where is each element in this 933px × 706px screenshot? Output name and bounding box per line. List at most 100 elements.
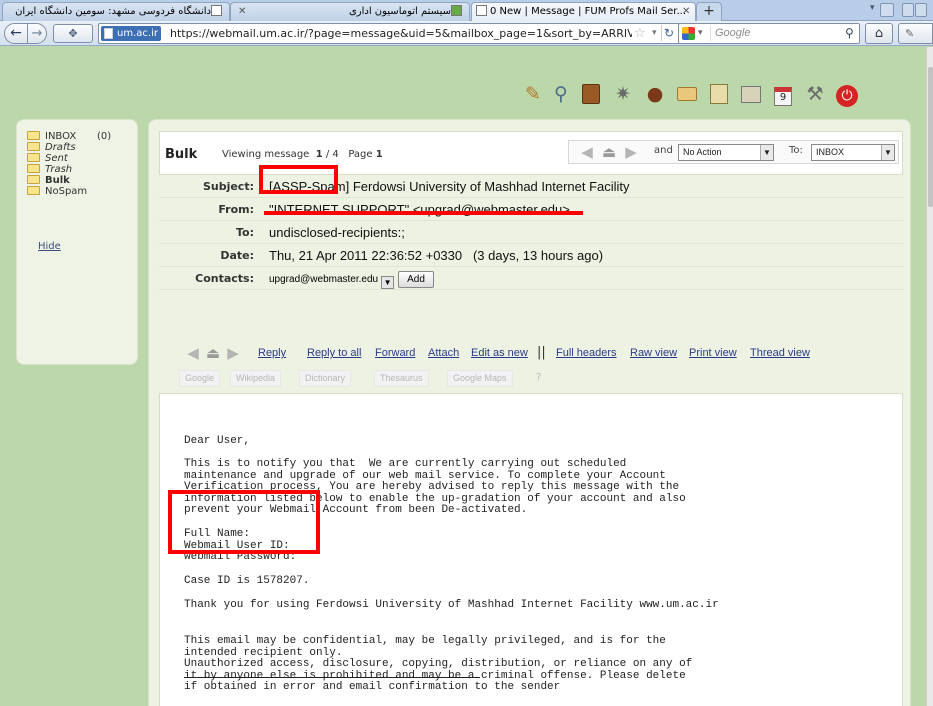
contact-email[interactable]: upgrad@webmaster.edu — [269, 274, 378, 285]
folder-nospam[interactable]: NoSpam — [27, 186, 137, 197]
page-scrollbar[interactable] — [926, 47, 933, 706]
thread-view-link[interactable]: Thread view — [750, 347, 810, 359]
search-bar[interactable]: ▾ Google ⚲ — [678, 23, 860, 44]
webmail-page: ✎ ⚲ ✷ ● 9 ⚒ ⏻ INBOX (0) Drafts Sent Trash… — [0, 47, 926, 706]
back-arrow-icon: ← — [10, 25, 22, 41]
tab-groups-button[interactable] — [880, 3, 894, 17]
back-button[interactable]: ← — [4, 23, 28, 44]
from-value[interactable]: "INTERNET SUPPORT" <upgrad@webmaster.edu… — [269, 200, 570, 220]
folder-label: NoSpam — [45, 186, 88, 197]
folder-icon — [27, 175, 40, 184]
url-bar[interactable]: um.ac.ir https://webmail.um.ac.ir/?page=… — [98, 23, 741, 44]
compose-pencil-icon[interactable]: ✎ — [520, 81, 546, 107]
folder-inbox[interactable]: INBOX (0) — [27, 131, 137, 142]
next-message-icon[interactable]: ▶ — [621, 143, 641, 161]
folder-trash[interactable]: Trash — [27, 164, 137, 175]
folder-label: Drafts — [45, 142, 76, 153]
new-tab-button[interactable]: + — [696, 2, 722, 21]
viewing-prefix: Viewing message — [222, 149, 310, 160]
reload-icon[interactable]: ↻ — [661, 25, 676, 41]
folders-icon[interactable] — [674, 81, 700, 107]
tab-webmail-message[interactable]: 0 New | Message | FUM Profs Mail Ser... … — [471, 2, 696, 21]
move-to-select[interactable]: INBOX ▼ — [811, 144, 895, 161]
tab-ferdowsi-university[interactable]: دانشگاه فردوسی مشهد: سومین دانشگاه ایران — [2, 2, 230, 21]
forward-button[interactable]: → — [27, 23, 47, 44]
previous-message-icon[interactable]: ◀ — [183, 344, 203, 362]
home-button[interactable]: ⌂ — [865, 23, 893, 44]
url-text[interactable]: https://webmail.um.ac.ir/?page=message&u… — [170, 24, 632, 43]
calendar-icon[interactable]: 9 — [770, 81, 796, 107]
folder-icon — [27, 164, 40, 173]
header-row-to: To: undisclosed-recipients:; — [159, 223, 903, 244]
help-icon[interactable]: ? — [536, 372, 541, 383]
reply-all-link[interactable]: Reply to all — [307, 347, 361, 359]
edit-as-new-link[interactable]: Edit as new — [471, 347, 528, 359]
search-engine-selector[interactable]: ▾ — [681, 26, 711, 41]
contacts-label: Contacts: — [195, 272, 254, 285]
close-tab-icon[interactable]: ✕ — [682, 3, 690, 20]
chevron-down-icon[interactable]: ▼ — [381, 276, 395, 289]
filter-book-icon[interactable] — [706, 81, 732, 107]
dictionary-lookup-button[interactable]: Dictionary — [299, 370, 352, 387]
wikipedia-lookup-button[interactable]: Wikipedia — [230, 370, 282, 387]
scrollbar-thumb[interactable] — [928, 67, 933, 207]
google-maps-lookup-button[interactable]: Google Maps — [447, 370, 513, 387]
site-identity-badge[interactable]: um.ac.ir — [101, 26, 161, 41]
raw-view-link[interactable]: Raw view — [630, 347, 677, 359]
google-lookup-button[interactable]: Google — [179, 370, 221, 387]
folder-icon — [27, 131, 40, 140]
notes-book-icon[interactable] — [578, 81, 604, 107]
settings-gear-icon[interactable]: ✷ — [610, 81, 636, 107]
thesaurus-lookup-button[interactable]: Thesaurus — [374, 370, 429, 387]
home-icon: ⌂ — [874, 26, 884, 41]
add-contact-button[interactable]: Add — [398, 271, 434, 288]
search-placeholder: Google — [715, 27, 751, 39]
close-tab-icon[interactable]: ✕ — [238, 3, 246, 20]
folder-unread-count: (0) — [97, 131, 112, 142]
header-row-date: Date: Thu, 21 Apr 2011 22:36:52 +0330 (3… — [159, 246, 903, 267]
hide-folders-link[interactable]: Hide — [38, 241, 61, 252]
tab-list-icon[interactable]: ▾ — [870, 3, 875, 13]
body-case-id: Case ID is 1578207. — [184, 575, 310, 587]
url-history-dropdown-icon[interactable]: ▾ — [652, 24, 657, 43]
bookmark-star-icon[interactable]: ☆ — [634, 24, 646, 43]
folder-drafts[interactable]: Drafts — [27, 142, 137, 153]
folder-bulk[interactable]: Bulk — [27, 175, 137, 186]
extension-button[interactable]: ✥ — [53, 24, 93, 43]
feather-icon: ✎ — [905, 27, 915, 40]
print-view-link[interactable]: Print view — [689, 347, 737, 359]
attach-link[interactable]: Attach — [428, 347, 459, 359]
contacts-person-icon[interactable]: ● — [642, 81, 668, 107]
action-select[interactable]: No Action ▼ — [678, 144, 774, 161]
full-headers-link[interactable]: Full headers — [556, 347, 617, 359]
body-thanks: Thank you for using Ferdowsi University … — [184, 599, 719, 611]
date-value: Thu, 21 Apr 2011 22:36:52 +0330 (3 days,… — [269, 248, 604, 263]
logout-power-icon[interactable]: ⏻ — [834, 81, 860, 107]
tab-office-automation[interactable]: سیستم اتوماسیون اداری ✕ — [230, 2, 470, 21]
folder-list: INBOX (0) Drafts Sent Trash Bulk NoSpam H… — [16, 119, 138, 365]
tools-icon[interactable]: ⚒ — [802, 81, 828, 107]
addon-button[interactable]: ✎ — [898, 23, 933, 44]
next-message-icon[interactable]: ▶ — [223, 344, 243, 362]
action-select-value: No Action — [683, 147, 722, 157]
puzzle-icon: ✥ — [68, 27, 78, 40]
minimize-button[interactable] — [902, 3, 914, 17]
message-total: / 4 — [325, 149, 339, 160]
annotation-box-credential-fields — [168, 490, 320, 554]
address-book-icon[interactable] — [738, 81, 764, 107]
reply-link[interactable]: Reply — [258, 347, 286, 359]
restore-button[interactable] — [915, 3, 927, 17]
page-icon — [104, 28, 113, 39]
page-icon — [476, 5, 487, 16]
up-to-list-icon[interactable]: ⏏ — [203, 344, 223, 362]
search-magnifier-icon[interactable]: ⚲ — [845, 25, 854, 41]
annotation-underline-sender — [264, 211, 583, 215]
and-label: and — [654, 145, 673, 156]
page-icon — [211, 5, 222, 16]
from-label: From: — [218, 203, 254, 216]
forward-link[interactable]: Forward — [375, 347, 415, 359]
previous-message-icon[interactable]: ◀ — [577, 143, 597, 161]
folder-sent[interactable]: Sent — [27, 153, 137, 164]
up-to-list-icon[interactable]: ⏏ — [599, 143, 619, 161]
search-magnifier-icon[interactable]: ⚲ — [548, 81, 574, 107]
